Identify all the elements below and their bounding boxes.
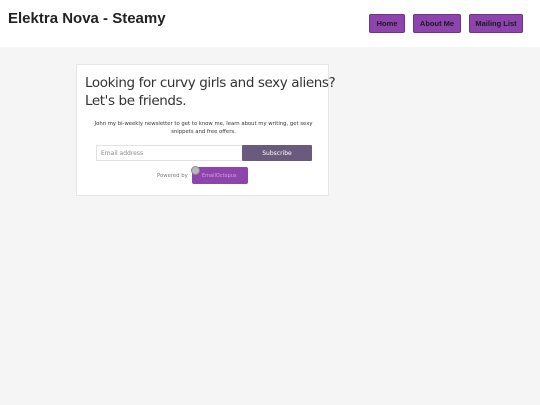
signup-heading-line2: Let's be friends.: [85, 93, 187, 109]
signup-heading: Looking for curvy girls and sexy aliens?…: [85, 74, 336, 110]
site-title: Elektra Nova - Steamy: [8, 10, 166, 27]
nav-about-button[interactable]: About Me: [413, 14, 461, 33]
subscribe-button[interactable]: Subscribe: [242, 145, 312, 161]
signup-description: John my bi-weekly newsletter to get to k…: [94, 121, 313, 135]
site-header: Elektra Nova - Steamy Home About Me Mail…: [0, 0, 540, 47]
signup-heading-line1: Looking for curvy girls and sexy aliens?: [85, 75, 336, 91]
provider-label: EmailOctopus: [202, 172, 237, 179]
newsletter-signup-card: Looking for curvy girls and sexy aliens?…: [76, 64, 336, 196]
emailoctopus-logo-icon: [191, 166, 200, 175]
powered-by-label: Powered by: [157, 173, 188, 179]
email-field[interactable]: [96, 145, 243, 161]
emailoctopus-badge[interactable]: EmailOctopus: [191, 166, 248, 184]
nav-mailing-list-button[interactable]: Mailing List: [469, 14, 523, 33]
nav-home-button[interactable]: Home: [369, 14, 405, 33]
